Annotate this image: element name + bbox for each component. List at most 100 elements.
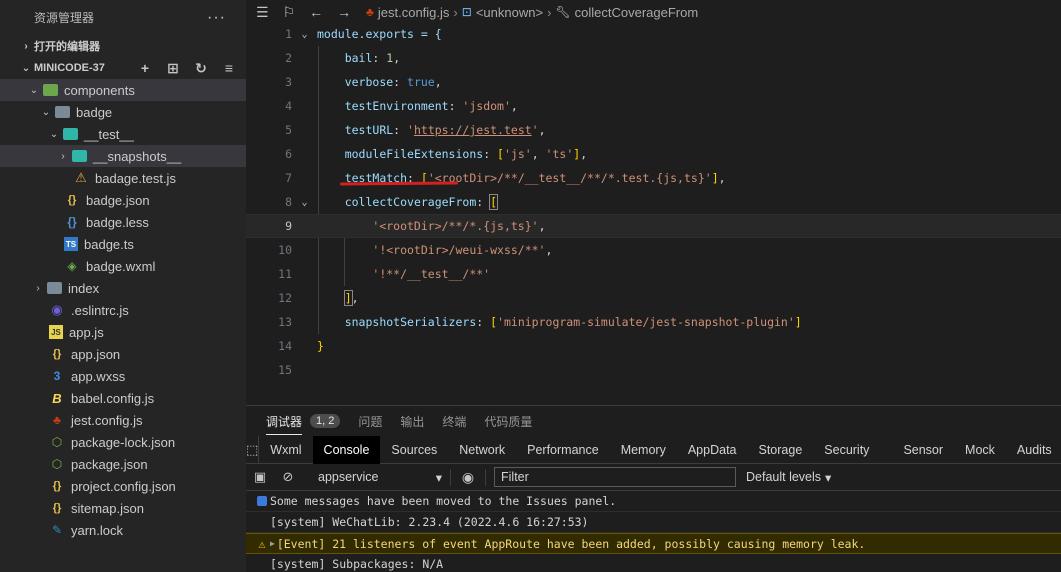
open-editors-section[interactable]: › 打开的编辑器 bbox=[0, 35, 246, 57]
code-line[interactable]: 8 ⌄ collectCoverageFrom: [ bbox=[246, 190, 1061, 214]
devtools-tab-memory[interactable]: Memory bbox=[610, 436, 677, 464]
code-link[interactable]: https://jest.test bbox=[414, 123, 532, 137]
code-line[interactable]: 2 bail: 1, bbox=[246, 46, 1061, 70]
code-line[interactable]: 14 } bbox=[246, 334, 1061, 358]
line-number: 7 bbox=[285, 171, 292, 185]
code-line[interactable]: 15 bbox=[246, 358, 1061, 382]
tab-code-quality[interactable]: 代码质量 bbox=[484, 413, 532, 430]
tab-output[interactable]: 输出 bbox=[400, 413, 424, 430]
log-levels-dropdown[interactable]: Default levels ▾ bbox=[746, 470, 831, 485]
tree-item-index[interactable]: › index bbox=[0, 277, 246, 299]
tab-problems[interactable]: 问题 bbox=[358, 413, 382, 430]
code-line[interactable]: 5 testURL: 'https://jest.test', bbox=[246, 118, 1061, 142]
tree-item-app-js[interactable]: JS app.js bbox=[0, 321, 246, 343]
tree-item-badge[interactable]: ⌄ badge bbox=[0, 101, 246, 123]
line-content: testEnvironment: 'jsdom', bbox=[344, 99, 518, 113]
code-editor[interactable]: ☰ ⚐ ← → ♣ jest.config.js › ⊡ <unknown> ›… bbox=[246, 0, 1061, 405]
code-token: 'js' bbox=[503, 147, 532, 161]
new-folder-icon[interactable]: ⊞ bbox=[164, 60, 182, 77]
sidebar-toggle-icon[interactable]: ▣ bbox=[246, 469, 274, 485]
refresh-icon[interactable]: ↻ bbox=[192, 60, 210, 77]
jest-icon: ♣ bbox=[366, 5, 374, 19]
code-area[interactable]: 1 ⌄ module.exports = { 2 bail: 1, 3 verb… bbox=[246, 22, 1061, 382]
tree-item-jest-config[interactable]: ♣ jest.config.js bbox=[0, 409, 246, 431]
code-line[interactable]: 7 testMatch: ['<rootDir>/**/__test__/**/… bbox=[246, 166, 1061, 190]
tree-item-yarn-lock[interactable]: ✎ yarn.lock bbox=[0, 519, 246, 541]
devtools-tab-wxml[interactable]: Wxml bbox=[259, 436, 312, 464]
devtools-tab-sensor[interactable]: Sensor bbox=[892, 436, 954, 464]
clear-console-icon[interactable]: ⊘ bbox=[274, 469, 302, 485]
breadcrumb-file-label: jest.config.js bbox=[377, 4, 450, 20]
devtools-tab-console[interactable]: Console bbox=[312, 435, 381, 464]
new-file-icon[interactable]: + bbox=[136, 60, 154, 77]
breadcrumb-scope-label: <unknown> bbox=[475, 4, 544, 20]
node-icon: ⬡ bbox=[51, 435, 63, 449]
tree-item-package-json[interactable]: ⬡ package.json bbox=[0, 453, 246, 475]
breadcrumb-scope[interactable]: ⊡ <unknown> bbox=[462, 5, 543, 20]
console-message-log: [system] WeChatLib: 2.23.4 (2022.4.6 16:… bbox=[246, 512, 1061, 533]
code-line[interactable]: 13 snapshotSerializers: ['miniprogram-si… bbox=[246, 310, 1061, 334]
test-file-icon: ⚠ bbox=[75, 170, 87, 185]
tree-item-badge-less[interactable]: {} badge.less bbox=[0, 211, 246, 233]
tree-item-badge-wxml[interactable]: ◈ badge.wxml bbox=[0, 255, 246, 277]
tree-item-label: __test__ bbox=[84, 126, 134, 142]
devtools-tab-network[interactable]: Network bbox=[448, 436, 516, 464]
back-icon[interactable]: ← bbox=[309, 4, 323, 21]
console-message-info[interactable]: Some messages have been moved to the Iss… bbox=[246, 491, 1061, 512]
code-token: 'jsdom' bbox=[462, 99, 511, 113]
tree-item-package-lock[interactable]: ⬡ package-lock.json bbox=[0, 431, 246, 453]
devtools-tab-sources[interactable]: Sources bbox=[380, 436, 448, 464]
panel-tab-bar: 调试器 1, 2 问题 输出 终端 代码质量 bbox=[246, 406, 1061, 436]
list-icon[interactable]: ☰ bbox=[256, 4, 269, 21]
tree-item-babel-config[interactable]: B babel.config.js bbox=[0, 387, 246, 409]
tab-debugger[interactable]: 调试器 bbox=[266, 408, 303, 435]
tree-item-components[interactable]: ⌄ components bbox=[0, 79, 246, 101]
devtools-tab-security[interactable]: Security bbox=[813, 436, 880, 464]
context-select[interactable]: appservice ▾ bbox=[310, 470, 450, 485]
tree-item-test-folder[interactable]: ⌄ __test__ bbox=[0, 123, 246, 145]
devtools-tab-audits[interactable]: Audits bbox=[1006, 436, 1061, 464]
project-section[interactable]: ⌄ MINICODE-37 + ⊞ ↻ ≡ bbox=[0, 57, 246, 79]
fold-chevron-icon[interactable]: ⌄ bbox=[292, 197, 317, 208]
code-line[interactable]: 11 '!**/__test__/**' bbox=[246, 262, 1061, 286]
breadcrumb-file[interactable]: ♣ jest.config.js bbox=[366, 5, 449, 20]
dropdown-arrow-icon: ▾ bbox=[435, 470, 442, 485]
code-line[interactable]: 1 ⌄ module.exports = { bbox=[246, 22, 1061, 46]
devtools-tab-mock[interactable]: Mock bbox=[954, 436, 1006, 464]
console-message-warning[interactable]: ⚠ ▶ [Event] 21 listeners of event AppRou… bbox=[246, 533, 1061, 554]
tree-item-eslintrc[interactable]: ◉ .eslintrc.js bbox=[0, 299, 246, 321]
tree-item-label: babel.config.js bbox=[71, 390, 155, 406]
devtools-tab-performance[interactable]: Performance bbox=[516, 436, 610, 464]
folder-icon bbox=[46, 280, 62, 296]
tree-item-snapshots[interactable]: › __snapshots__ bbox=[0, 145, 246, 167]
collapse-all-icon[interactable]: ≡ bbox=[220, 60, 238, 77]
expand-triangle-icon[interactable]: ▶ bbox=[270, 539, 275, 548]
filter-input[interactable] bbox=[494, 467, 736, 487]
tab-terminal[interactable]: 终端 bbox=[442, 413, 466, 430]
inspect-element-icon[interactable]: ⬚ bbox=[246, 435, 260, 464]
line-number: 1 bbox=[285, 27, 292, 41]
code-line[interactable]: 4 testEnvironment: 'jsdom', bbox=[246, 94, 1061, 118]
more-actions-icon[interactable]: ··· bbox=[207, 9, 226, 27]
code-line-current[interactable]: 9 '<rootDir>/**/*.{js,ts}', bbox=[246, 214, 1061, 238]
forward-icon[interactable]: → bbox=[337, 4, 351, 21]
tree-item-app-json[interactable]: {} app.json bbox=[0, 343, 246, 365]
info-icon bbox=[254, 496, 270, 506]
tree-item-app-wxss[interactable]: 3 app.wxss bbox=[0, 365, 246, 387]
fold-chevron-icon[interactable]: ⌄ bbox=[292, 29, 317, 40]
devtools-tab-storage[interactable]: Storage bbox=[748, 436, 814, 464]
code-line[interactable]: 6 moduleFileExtensions: ['js', 'ts'], bbox=[246, 142, 1061, 166]
tree-item-badge-json[interactable]: {} badge.json bbox=[0, 189, 246, 211]
bookmark-icon[interactable]: ⚐ bbox=[283, 4, 296, 21]
code-line[interactable]: 3 verbose: true, bbox=[246, 70, 1061, 94]
tree-item-project-config[interactable]: {} project.config.json bbox=[0, 475, 246, 497]
devtools-tab-appdata[interactable]: AppData bbox=[677, 436, 748, 464]
tree-item-badage-test[interactable]: ⚠ badage.test.js bbox=[0, 167, 246, 189]
code-line[interactable]: 12 ], bbox=[246, 286, 1061, 310]
eye-icon[interactable]: ◉ bbox=[450, 468, 486, 486]
tree-item-sitemap[interactable]: {} sitemap.json bbox=[0, 497, 246, 519]
breadcrumb-symbol[interactable]: 🔧︎ collectCoverageFrom bbox=[555, 5, 698, 20]
code-line[interactable]: 10 '!<rootDir>/weui-wxss/**', bbox=[246, 238, 1061, 262]
code-token: '!**/__test__/**' bbox=[372, 267, 491, 281]
tree-item-badge-ts[interactable]: TS badge.ts bbox=[0, 233, 246, 255]
